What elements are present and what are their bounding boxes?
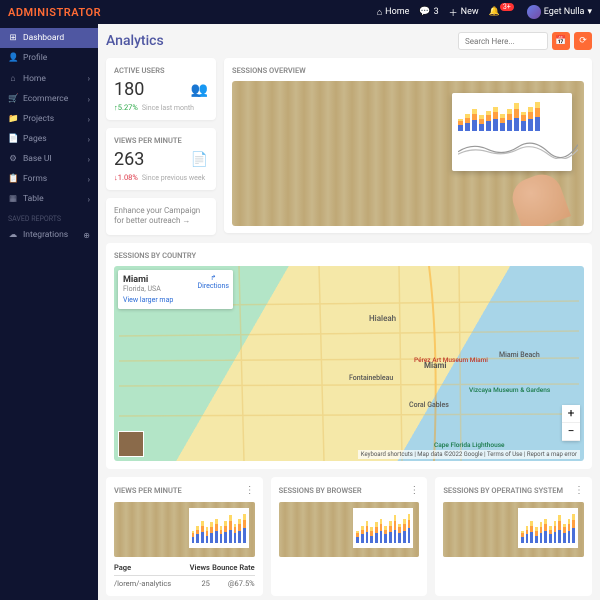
menu-icon: 🛒 xyxy=(8,94,18,104)
map-label-cape: Cape Florida Lighthouse xyxy=(434,441,505,449)
sidebar-item-pages[interactable]: 📄Pages› xyxy=(0,129,98,149)
chat-icon: 💬 xyxy=(419,7,430,17)
card-campaign[interactable]: Enhance your Campaign for better outreac… xyxy=(106,198,216,235)
stat-value: 263 xyxy=(114,149,144,170)
plus-icon: ⊕ xyxy=(83,231,90,240)
map-attribution: Keyboard shortcuts | Map data ©2022 Goog… xyxy=(358,450,580,459)
card-views-per-minute: VIEWS PER MINUTE 263 📄 ↓1.08% Since prev… xyxy=(106,128,216,190)
map-info-popup: Miami Florida, USA View larger map ↱Dire… xyxy=(118,270,233,309)
card-menu-button[interactable]: ⋮ xyxy=(574,485,584,496)
sidebar-item-ecommerce[interactable]: 🛒Ecommerce› xyxy=(0,89,98,109)
sidebar: ⊞Dashboard👤Profile⌂Home›🛒Ecommerce›📁Proj… xyxy=(0,24,98,600)
users-icon: 👥 xyxy=(191,82,208,98)
menu-icon: ⚙ xyxy=(8,154,18,164)
page-header: Analytics 📅 ⟳ xyxy=(106,32,592,50)
sidebar-item-profile[interactable]: 👤Profile xyxy=(0,48,98,68)
nav-user-menu[interactable]: Eget Nulla▾ xyxy=(527,5,592,19)
street-view-thumb[interactable] xyxy=(118,431,144,457)
user-avatar xyxy=(527,5,541,19)
card-title: SESSIONS BY COUNTRY xyxy=(114,251,584,260)
map-label-vizcaya: Vizcaya Museum & Gardens xyxy=(469,386,550,394)
refresh-icon: ⟳ xyxy=(579,36,587,46)
menu-icon: 👤 xyxy=(8,53,18,63)
map-zoom-controls: + − xyxy=(562,405,580,441)
view-larger-map-link[interactable]: View larger map xyxy=(123,296,228,304)
map-label-museum: Pérez Art Museum Miami xyxy=(414,356,488,364)
nav-notifications[interactable]: 🔔3+ xyxy=(489,7,517,17)
directions-link[interactable]: ↱Directions xyxy=(198,274,229,290)
chart-thumb xyxy=(443,502,584,557)
bell-icon: 🔔 xyxy=(489,7,500,17)
map-label-coral-gables: Coral Gables xyxy=(409,401,449,409)
menu-icon: ▦ xyxy=(8,194,18,204)
chart-paper xyxy=(452,93,572,171)
sidebar-item-home[interactable]: ⌂Home› xyxy=(0,68,98,89)
card-vpm-bottom: VIEWS PER MINUTE ⋮ PageViewsBounce Rate … xyxy=(106,477,263,596)
card-title: SESSIONS OVERVIEW xyxy=(232,66,584,75)
overview-image xyxy=(232,81,584,226)
search-box: 📅 ⟳ xyxy=(458,32,592,50)
menu-icon: 📁 xyxy=(8,114,18,124)
map-label-miami-beach: Miami Beach xyxy=(499,351,540,359)
chevron-right-icon: › xyxy=(88,155,90,164)
delta-down: ↓1.08% xyxy=(114,173,138,182)
nav-chat[interactable]: 💬3 xyxy=(419,7,438,17)
plus-icon: ＋ xyxy=(449,6,458,19)
caret-down-icon: ▾ xyxy=(587,7,592,17)
sidebar-item-projects[interactable]: 📁Projects› xyxy=(0,109,98,129)
calendar-icon: 📅 xyxy=(555,36,566,46)
card-sessions-os: SESSIONS BY OPERATING SYSTEM ⋮ xyxy=(435,477,592,596)
zoom-out-button[interactable]: − xyxy=(562,423,580,441)
chevron-right-icon: › xyxy=(88,135,90,144)
sidebar-item-forms[interactable]: 📋Forms› xyxy=(0,169,98,189)
map[interactable]: Miami Florida, USA View larger map ↱Dire… xyxy=(114,266,584,461)
card-title: ACTIVE USERS xyxy=(114,66,208,75)
menu-icon: 📄 xyxy=(8,134,18,144)
menu-icon: 📋 xyxy=(8,174,18,184)
page-title: Analytics xyxy=(106,33,164,49)
line-chart-icon xyxy=(458,135,578,159)
zoom-in-button[interactable]: + xyxy=(562,405,580,423)
card-sessions-overview: SESSIONS OVERVIEW xyxy=(224,58,592,233)
sidebar-item-base-ui[interactable]: ⚙Base UI› xyxy=(0,149,98,169)
nav-home[interactable]: ⌂Home xyxy=(377,7,410,18)
sidebar-section-label: SAVED REPORTS xyxy=(0,209,98,225)
card-menu-button[interactable]: ⋮ xyxy=(409,485,419,496)
chevron-right-icon: › xyxy=(88,195,90,204)
search-input[interactable] xyxy=(458,32,548,50)
views-table: PageViewsBounce Rate /lorem/-analytics25… xyxy=(114,563,255,588)
chevron-right-icon: › xyxy=(88,115,90,124)
topbar: ADMINISTRATOR ⌂Home 💬3 ＋New 🔔3+ Eget Nul… xyxy=(0,0,600,24)
map-label-fontainebleau: Fontainebleau xyxy=(349,374,393,382)
card-active-users: ACTIVE USERS 180 👥 ↑5.27% Since last mon… xyxy=(106,58,216,120)
card-title: VIEWS PER MINUTE xyxy=(114,136,208,145)
menu-icon: ⌂ xyxy=(8,73,18,84)
card-sessions-by-country: SESSIONS BY COUNTRY Miami Florida, USA V… xyxy=(106,243,592,469)
nav-new[interactable]: ＋New xyxy=(449,6,479,19)
chevron-right-icon: › xyxy=(88,74,90,83)
card-menu-button[interactable]: ⋮ xyxy=(245,485,255,496)
chart-thumb xyxy=(279,502,420,557)
directions-icon: ↱ xyxy=(198,274,229,282)
calendar-button[interactable]: 📅 xyxy=(552,32,570,50)
refresh-button[interactable]: ⟳ xyxy=(574,32,592,50)
chevron-right-icon: › xyxy=(88,95,90,104)
chevron-right-icon: › xyxy=(88,175,90,184)
sidebar-item-integrations[interactable]: ☁ Integrations ⊕ xyxy=(0,225,98,245)
file-icon: 📄 xyxy=(191,152,208,168)
home-icon: ⌂ xyxy=(377,7,382,18)
brand-logo: ADMINISTRATOR xyxy=(8,6,101,19)
menu-icon: ⊞ xyxy=(8,33,18,43)
cloud-icon: ☁ xyxy=(8,230,18,240)
sidebar-item-dashboard[interactable]: ⊞Dashboard xyxy=(0,28,98,48)
map-label-hialeah: Hialeah xyxy=(369,314,396,323)
card-sessions-browser: SESSIONS BY BROWSER ⋮ xyxy=(271,477,428,596)
sidebar-item-table[interactable]: ▦Table› xyxy=(0,189,98,209)
table-row: /lorem/-analytics25@67.5% xyxy=(114,576,255,588)
delta-up: ↑5.27% xyxy=(114,103,138,112)
stat-value: 180 xyxy=(114,79,144,100)
main-content: Analytics 📅 ⟳ ACTIVE USERS 180 👥 ↑5.27% … xyxy=(98,24,600,600)
topbar-right: ⌂Home 💬3 ＋New 🔔3+ Eget Nulla▾ xyxy=(377,5,592,19)
chart-thumb xyxy=(114,502,255,557)
